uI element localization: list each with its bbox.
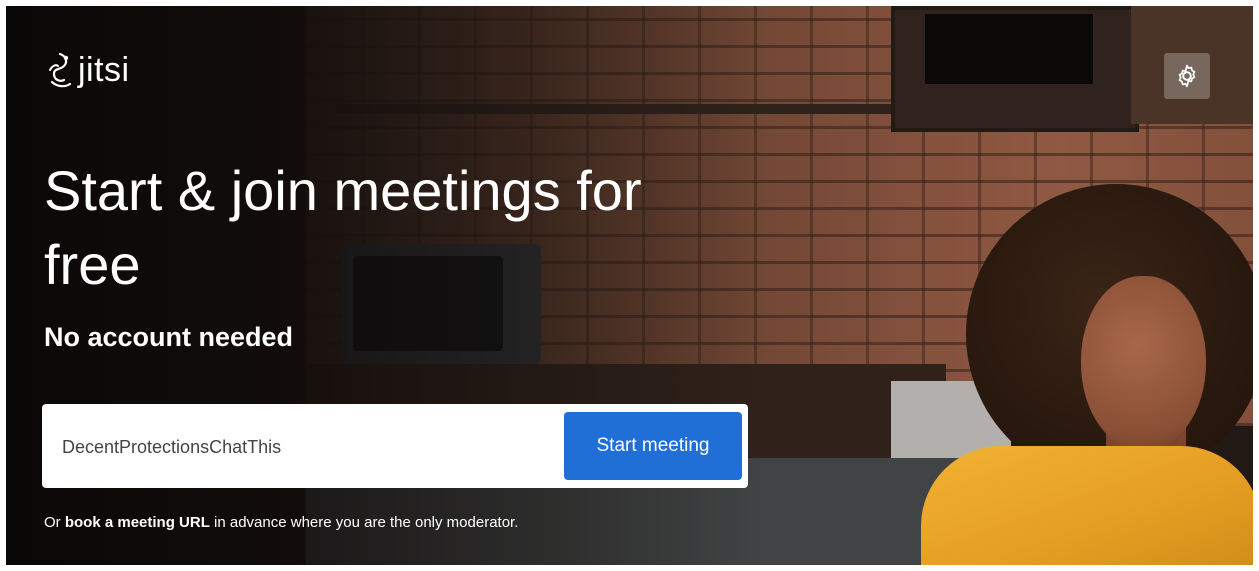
footnote-suffix: in advance where you are the only modera… bbox=[209, 514, 519, 531]
settings-button[interactable] bbox=[1164, 53, 1210, 99]
person-shirt bbox=[921, 446, 1253, 565]
room-name-input[interactable] bbox=[60, 426, 544, 468]
footnote-prefix: Or bbox=[44, 514, 65, 531]
book-meeting-link[interactable]: book a meeting URL bbox=[65, 514, 210, 531]
page-subtitle: No account needed bbox=[44, 322, 294, 352]
gear-icon bbox=[1178, 64, 1196, 88]
start-meeting-button[interactable]: Start meeting bbox=[564, 412, 742, 480]
brand-name: jitsi bbox=[78, 50, 130, 89]
jitsi-mark-icon bbox=[49, 52, 72, 88]
person-face bbox=[1081, 276, 1206, 451]
footnote: Or book a meeting URL in advance where y… bbox=[44, 514, 518, 531]
page-title: Start & join meetings for free bbox=[44, 159, 642, 296]
jitsi-logo[interactable]: jitsi bbox=[46, 50, 130, 90]
page-frame: jitsi Start & join meetings for free No … bbox=[0, 0, 1259, 571]
join-meeting-form: Start meeting bbox=[42, 404, 748, 488]
hero-section: jitsi Start & join meetings for free No … bbox=[6, 6, 1253, 565]
